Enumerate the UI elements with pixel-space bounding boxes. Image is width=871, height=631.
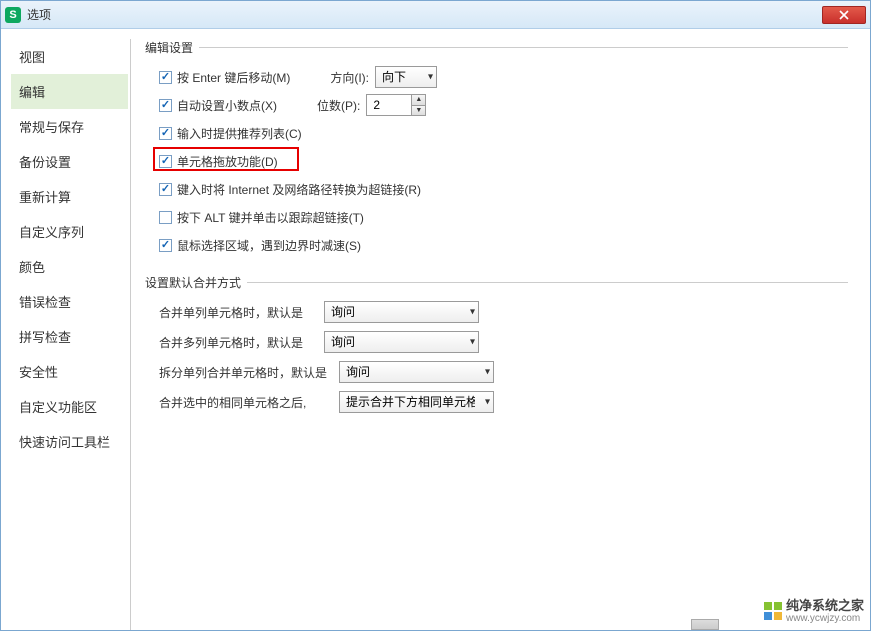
merge-select-same-cells[interactable]: 提示合并下方相同单元格 bbox=[339, 391, 494, 413]
sidebar: 视图 编辑 常规与保存 备份设置 重新计算 自定义序列 颜色 错误检查 拼写检查… bbox=[11, 39, 131, 630]
merge-settings-group: 设置默认合并方式 合并单列单元格时，默认是 询问 合并多列单元格时，默认是 询问… bbox=[145, 274, 848, 413]
sidebar-item-view[interactable]: 视图 bbox=[11, 39, 128, 74]
merge-label-same-cells: 合并选中的相同单元格之后, bbox=[159, 394, 339, 411]
merge-label-split: 拆分单列合并单元格时，默认是 bbox=[159, 364, 339, 381]
check-icon bbox=[159, 183, 172, 196]
content-area: 视图 编辑 常规与保存 备份设置 重新计算 自定义序列 颜色 错误检查 拼写检查… bbox=[1, 29, 870, 630]
check-icon bbox=[159, 211, 172, 224]
sidebar-item-recalc[interactable]: 重新计算 bbox=[11, 179, 128, 214]
merge-select-multi-col[interactable]: 询问 bbox=[324, 331, 479, 353]
checkbox-inet-link[interactable]: 键入时将 Internet 及网络路径转换为超链接(R) bbox=[159, 181, 421, 198]
edit-settings-title: 编辑设置 bbox=[145, 39, 848, 56]
sidebar-item-custom-ribbon[interactable]: 自定义功能区 bbox=[11, 389, 128, 424]
merge-label-multi-col: 合并多列单元格时，默认是 bbox=[159, 334, 324, 351]
title-bar: S 选项 bbox=[1, 1, 870, 29]
check-icon bbox=[159, 155, 172, 168]
label-auto-decimal: 自动设置小数点(X) bbox=[177, 97, 277, 114]
checkbox-mouse-slow[interactable]: 鼠标选择区域，遇到边界时减速(S) bbox=[159, 237, 361, 254]
check-icon bbox=[159, 71, 172, 84]
option-cell-drag: 单元格拖放功能(D) bbox=[159, 150, 848, 172]
spinner-down[interactable]: ▼ bbox=[411, 106, 425, 116]
option-inet-link: 键入时将 Internet 及网络路径转换为超链接(R) bbox=[159, 178, 848, 200]
watermark-text: 纯净系统之家 bbox=[786, 599, 864, 613]
direction-label: 方向(I): bbox=[330, 69, 369, 86]
merge-select-single-col[interactable]: 询问 bbox=[324, 301, 479, 323]
check-icon bbox=[159, 127, 172, 140]
check-icon bbox=[159, 99, 172, 112]
label-enter-move: 按 Enter 键后移动(M) bbox=[177, 69, 290, 86]
sidebar-item-spell-check[interactable]: 拼写检查 bbox=[11, 319, 128, 354]
sidebar-item-error-check[interactable]: 错误检查 bbox=[11, 284, 128, 319]
main-panel: 编辑设置 按 Enter 键后移动(M) 方向(I): 向下 bbox=[131, 39, 862, 630]
label-suggest-list: 输入时提供推荐列表(C) bbox=[177, 125, 302, 142]
watermark-url: www.ycwjzy.com bbox=[786, 613, 864, 624]
sidebar-item-color[interactable]: 颜色 bbox=[11, 249, 128, 284]
label-inet-link: 键入时将 Internet 及网络路径转换为超链接(R) bbox=[177, 181, 421, 198]
sidebar-item-backup[interactable]: 备份设置 bbox=[11, 144, 128, 179]
app-icon: S bbox=[5, 7, 21, 23]
merge-row-same-cells: 合并选中的相同单元格之后, 提示合并下方相同单元格 bbox=[159, 391, 848, 413]
merge-label-single-col: 合并单列单元格时，默认是 bbox=[159, 304, 324, 321]
checkbox-alt-click[interactable]: 按下 ALT 键并单击以跟踪超链接(T) bbox=[159, 209, 364, 226]
watermark: 纯净系统之家 www.ycwjzy.com bbox=[764, 599, 864, 624]
checkbox-auto-decimal[interactable]: 自动设置小数点(X) bbox=[159, 97, 277, 114]
spinner-up[interactable]: ▲ bbox=[411, 95, 425, 106]
digits-label: 位数(P): bbox=[317, 97, 360, 114]
options-window: S 选项 视图 编辑 常规与保存 备份设置 重新计算 自定义序列 颜色 错误检查… bbox=[0, 0, 871, 631]
scrollbar-segment[interactable] bbox=[691, 619, 719, 630]
direction-select[interactable]: 向下 bbox=[375, 66, 437, 88]
sidebar-item-security[interactable]: 安全性 bbox=[11, 354, 128, 389]
sidebar-item-quick-access[interactable]: 快速访问工具栏 bbox=[11, 424, 128, 459]
edit-settings-group: 编辑设置 按 Enter 键后移动(M) 方向(I): 向下 bbox=[145, 39, 848, 256]
label-alt-click: 按下 ALT 键并单击以跟踪超链接(T) bbox=[177, 209, 364, 226]
close-button[interactable] bbox=[822, 6, 866, 24]
merge-settings-title: 设置默认合并方式 bbox=[145, 274, 848, 291]
close-icon bbox=[839, 10, 849, 20]
option-enter-move: 按 Enter 键后移动(M) 方向(I): 向下 bbox=[159, 66, 848, 88]
option-suggest-list: 输入时提供推荐列表(C) bbox=[159, 122, 848, 144]
label-mouse-slow: 鼠标选择区域，遇到边界时减速(S) bbox=[177, 237, 361, 254]
window-title: 选项 bbox=[27, 6, 51, 23]
merge-row-split: 拆分单列合并单元格时，默认是 询问 bbox=[159, 361, 848, 383]
label-cell-drag: 单元格拖放功能(D) bbox=[177, 153, 278, 170]
checkbox-cell-drag[interactable]: 单元格拖放功能(D) bbox=[159, 153, 278, 170]
checkbox-enter-move[interactable]: 按 Enter 键后移动(M) bbox=[159, 69, 290, 86]
sidebar-item-general-save[interactable]: 常规与保存 bbox=[11, 109, 128, 144]
merge-row-single-col: 合并单列单元格时，默认是 询问 bbox=[159, 301, 848, 323]
checkbox-suggest-list[interactable]: 输入时提供推荐列表(C) bbox=[159, 125, 302, 142]
sidebar-item-custom-list[interactable]: 自定义序列 bbox=[11, 214, 128, 249]
check-icon bbox=[159, 239, 172, 252]
merge-row-multi-col: 合并多列单元格时，默认是 询问 bbox=[159, 331, 848, 353]
option-auto-decimal: 自动设置小数点(X) 位数(P): ▲ ▼ bbox=[159, 94, 848, 116]
watermark-logo-icon bbox=[764, 602, 782, 620]
merge-select-split[interactable]: 询问 bbox=[339, 361, 494, 383]
sidebar-item-edit[interactable]: 编辑 bbox=[11, 74, 128, 109]
option-alt-click: 按下 ALT 键并单击以跟踪超链接(T) bbox=[159, 206, 848, 228]
option-mouse-slow: 鼠标选择区域，遇到边界时减速(S) bbox=[159, 234, 848, 256]
